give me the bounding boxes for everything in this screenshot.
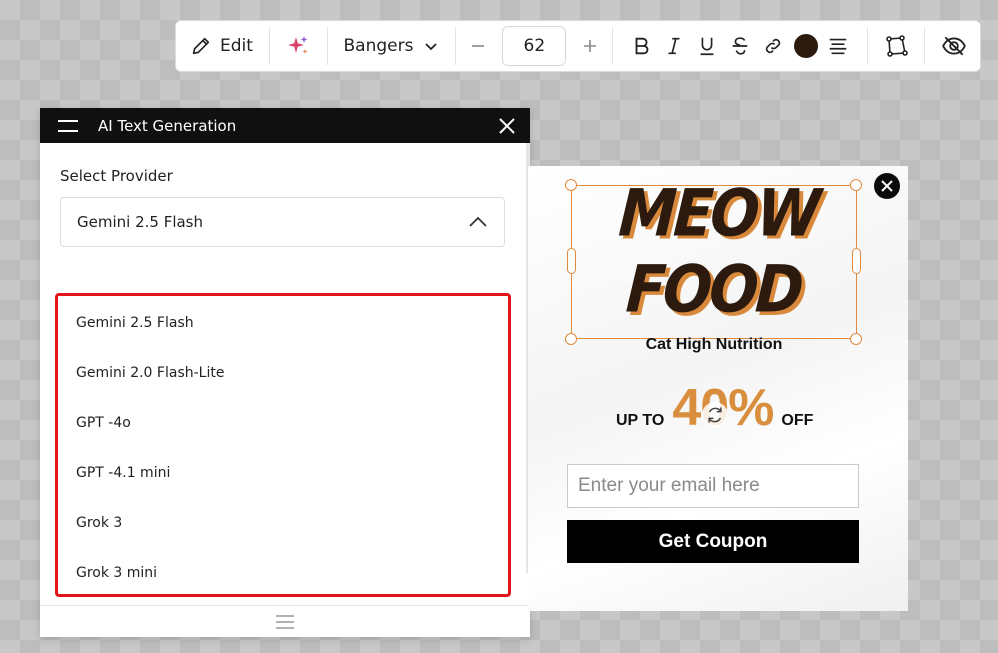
align-button[interactable] [822,28,855,64]
subhead-text[interactable]: Cat High Nutrition [571,336,857,354]
divider [612,27,614,65]
divider [326,27,328,65]
provider-select-value: Gemini 2.5 Flash [77,213,204,231]
strikethrough-button[interactable] [724,28,757,64]
visibility-button[interactable] [937,28,970,64]
link-button[interactable] [756,28,789,64]
panel-title: AI Text Generation [98,116,237,135]
minus-icon [472,45,485,47]
edit-label: Edit [220,36,253,56]
bold-icon [635,37,649,55]
panel-header: AI Text Generation [40,108,530,143]
close-icon [881,180,893,192]
provider-option[interactable]: Grok 3 [58,498,508,548]
font-size-input[interactable] [502,26,567,66]
link-icon [765,38,780,54]
resize-handle-top-left[interactable] [565,179,577,191]
rotate-icon [708,407,722,423]
shape-button[interactable] [880,28,913,64]
align-center-icon [830,38,847,55]
drag-handle-icon[interactable] [275,614,295,629]
provider-option[interactable]: Gemini 2.0 Flash-Lite [58,348,508,398]
selection-box [571,185,857,339]
sparkle-icon [288,36,308,54]
popup-close-button[interactable] [874,173,900,199]
divider [866,27,868,65]
font-family-value: Bangers [343,36,414,56]
provider-select[interactable]: Gemini 2.5 Flash [60,197,505,247]
eye-off-icon [941,36,966,56]
italic-icon [668,37,680,55]
divider [455,27,457,65]
chevron-up-icon [469,216,487,227]
provider-option[interactable]: GPT -4.1 mini [58,448,508,498]
divider [268,27,270,65]
panel-body: Select Provider Gemini 2.5 Flash Gemini … [40,143,530,603]
underline-icon [700,37,714,56]
close-icon[interactable] [498,117,516,135]
resize-handle-left[interactable] [567,248,576,274]
provider-option[interactable]: GPT -4o [58,398,508,448]
shape-icon [886,35,908,57]
italic-button[interactable] [658,28,691,64]
provider-label: Select Provider [60,167,173,185]
divider [924,27,926,65]
upto-text[interactable]: UP TO [616,412,664,430]
rotate-handle[interactable] [702,402,728,428]
chevron-down-icon [425,43,438,51]
font-family-select[interactable]: Bangers [340,28,444,64]
bold-button[interactable] [625,28,658,64]
provider-dropdown-list: Gemini 2.5 Flash Gemini 2.0 Flash-Lite G… [55,293,511,597]
underline-button[interactable] [691,28,724,64]
text-toolbar: Edit Bangers [175,20,981,72]
plus-icon [584,40,597,52]
decrease-size-button[interactable] [468,28,488,64]
ai-magic-button[interactable] [282,28,315,64]
provider-option[interactable]: Grok 3 mini [58,548,508,598]
resize-handle-top-right[interactable] [850,179,862,191]
text-color-button[interactable] [789,28,822,64]
edit-button[interactable]: Edit [186,28,257,64]
ai-text-generation-panel: AI Text Generation Select Provider Gemin… [40,108,530,637]
menu-icon[interactable] [58,119,78,133]
resize-handle-right[interactable] [852,248,861,274]
email-field[interactable] [567,464,859,508]
color-swatch [793,34,818,58]
provider-option[interactable]: Gemini 2.5 Flash [58,298,508,348]
pencil-icon [192,37,210,55]
strikethrough-icon [732,37,748,55]
increase-size-button[interactable] [580,28,600,64]
off-text[interactable]: OFF [781,412,813,430]
get-coupon-button[interactable]: Get Coupon [567,520,859,563]
panel-footer [40,605,530,637]
